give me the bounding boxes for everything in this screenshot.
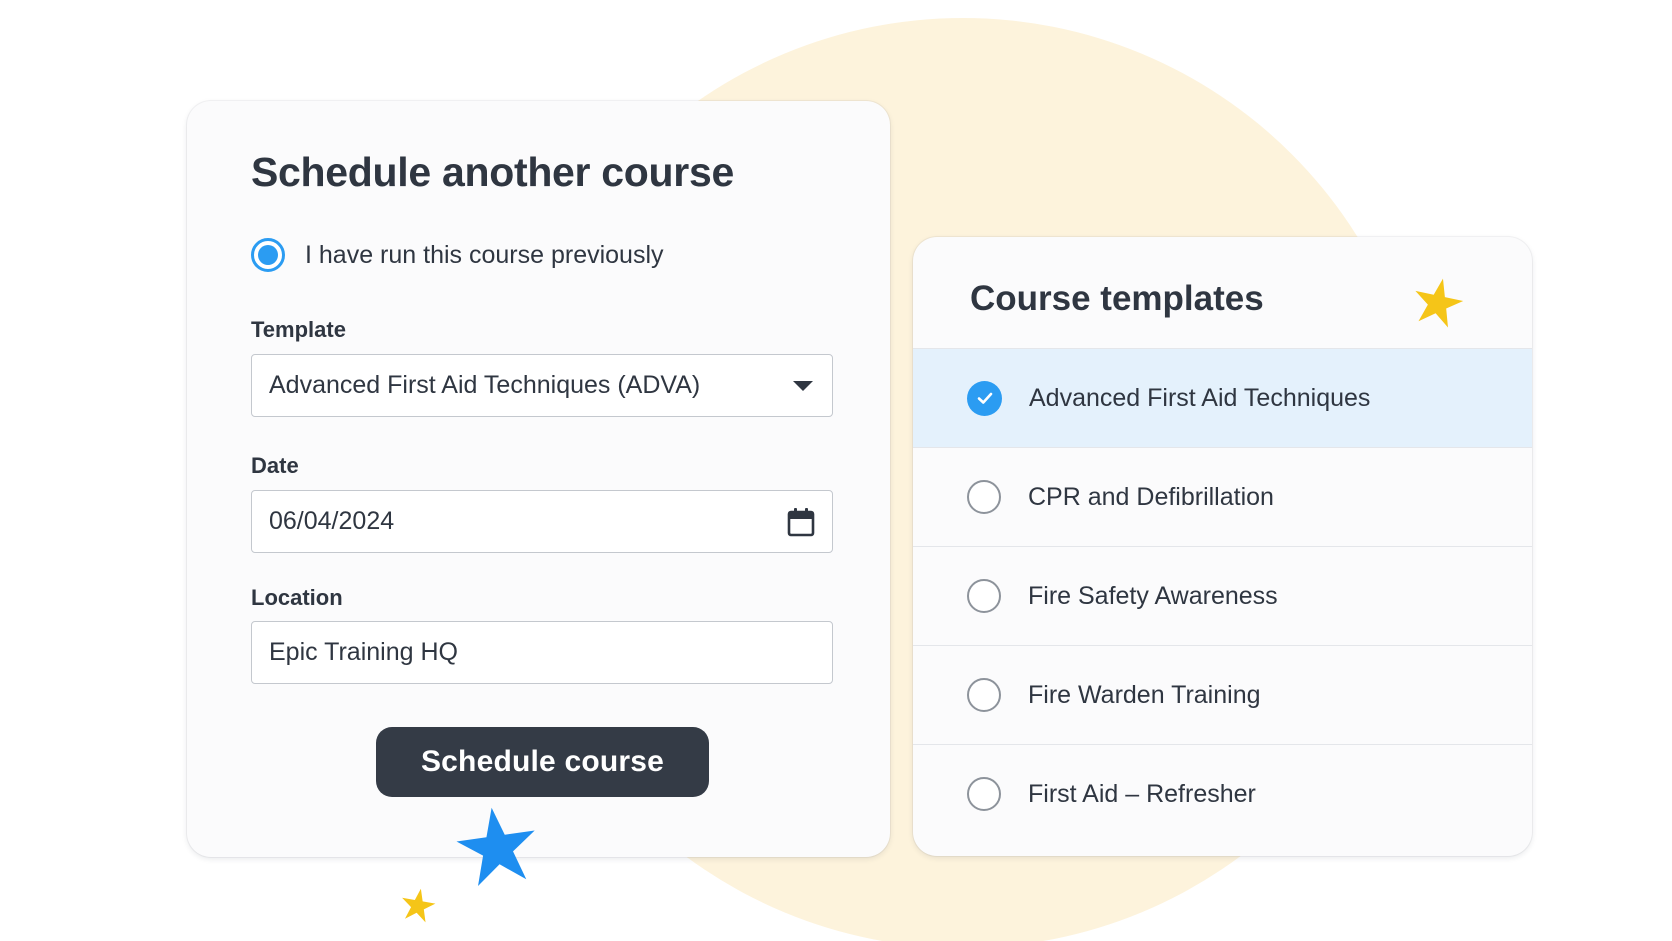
template-select[interactable]: Advanced First Aid Techniques (ADVA) — [251, 354, 833, 417]
date-label: Date — [251, 453, 299, 478]
templates-list: Advanced First Aid Techniques CPR and De… — [913, 348, 1532, 843]
template-item-label: CPR and Defibrillation — [1028, 482, 1274, 511]
location-value: Epic Training HQ — [269, 638, 458, 666]
date-input[interactable]: 06/04/2024 — [251, 490, 833, 553]
template-item-advanced-first-aid[interactable]: Advanced First Aid Techniques — [913, 348, 1532, 447]
template-item-label: Fire Warden Training — [1028, 680, 1261, 709]
radio-unselected-icon[interactable] — [967, 480, 1001, 514]
template-item-label: Fire Safety Awareness — [1028, 581, 1278, 610]
location-input[interactable]: Epic Training HQ — [251, 621, 833, 684]
radio-unselected-icon[interactable] — [967, 777, 1001, 811]
template-item-fire-safety[interactable]: Fire Safety Awareness — [913, 546, 1532, 645]
course-templates-card: Course templates Advanced First Aid Tech… — [913, 237, 1532, 856]
templates-title: Course templates — [970, 279, 1264, 318]
date-value: 06/04/2024 — [269, 507, 395, 535]
radio-selected-icon[interactable] — [251, 238, 285, 272]
schedule-course-button[interactable]: Schedule course — [376, 727, 709, 797]
star-icon — [1415, 278, 1464, 328]
location-label: Location — [251, 585, 343, 610]
template-item-label: Advanced First Aid Techniques — [1029, 383, 1371, 412]
calendar-icon[interactable] — [787, 507, 815, 537]
previous-course-label: I have run this course previously — [305, 240, 664, 269]
previous-course-option[interactable]: I have run this course previously — [251, 238, 664, 272]
check-circle-icon[interactable] — [967, 380, 1002, 416]
chevron-down-icon[interactable] — [793, 380, 813, 391]
template-item-cpr[interactable]: CPR and Defibrillation — [913, 447, 1532, 546]
template-value: Advanced First Aid Techniques (ADVA) — [269, 371, 701, 399]
template-label: Template — [251, 317, 346, 342]
template-item-first-aid-refresher[interactable]: First Aid – Refresher — [913, 744, 1532, 843]
template-item-fire-warden[interactable]: Fire Warden Training — [913, 645, 1532, 744]
template-item-label: First Aid – Refresher — [1028, 779, 1256, 808]
stage: Schedule another course I have run this … — [0, 0, 1672, 941]
radio-unselected-icon[interactable] — [967, 678, 1001, 712]
star-icon — [402, 888, 436, 923]
star-icon — [456, 807, 535, 886]
radio-unselected-icon[interactable] — [967, 579, 1001, 613]
schedule-form-card: Schedule another course I have run this … — [187, 101, 890, 857]
form-title: Schedule another course — [251, 149, 734, 195]
